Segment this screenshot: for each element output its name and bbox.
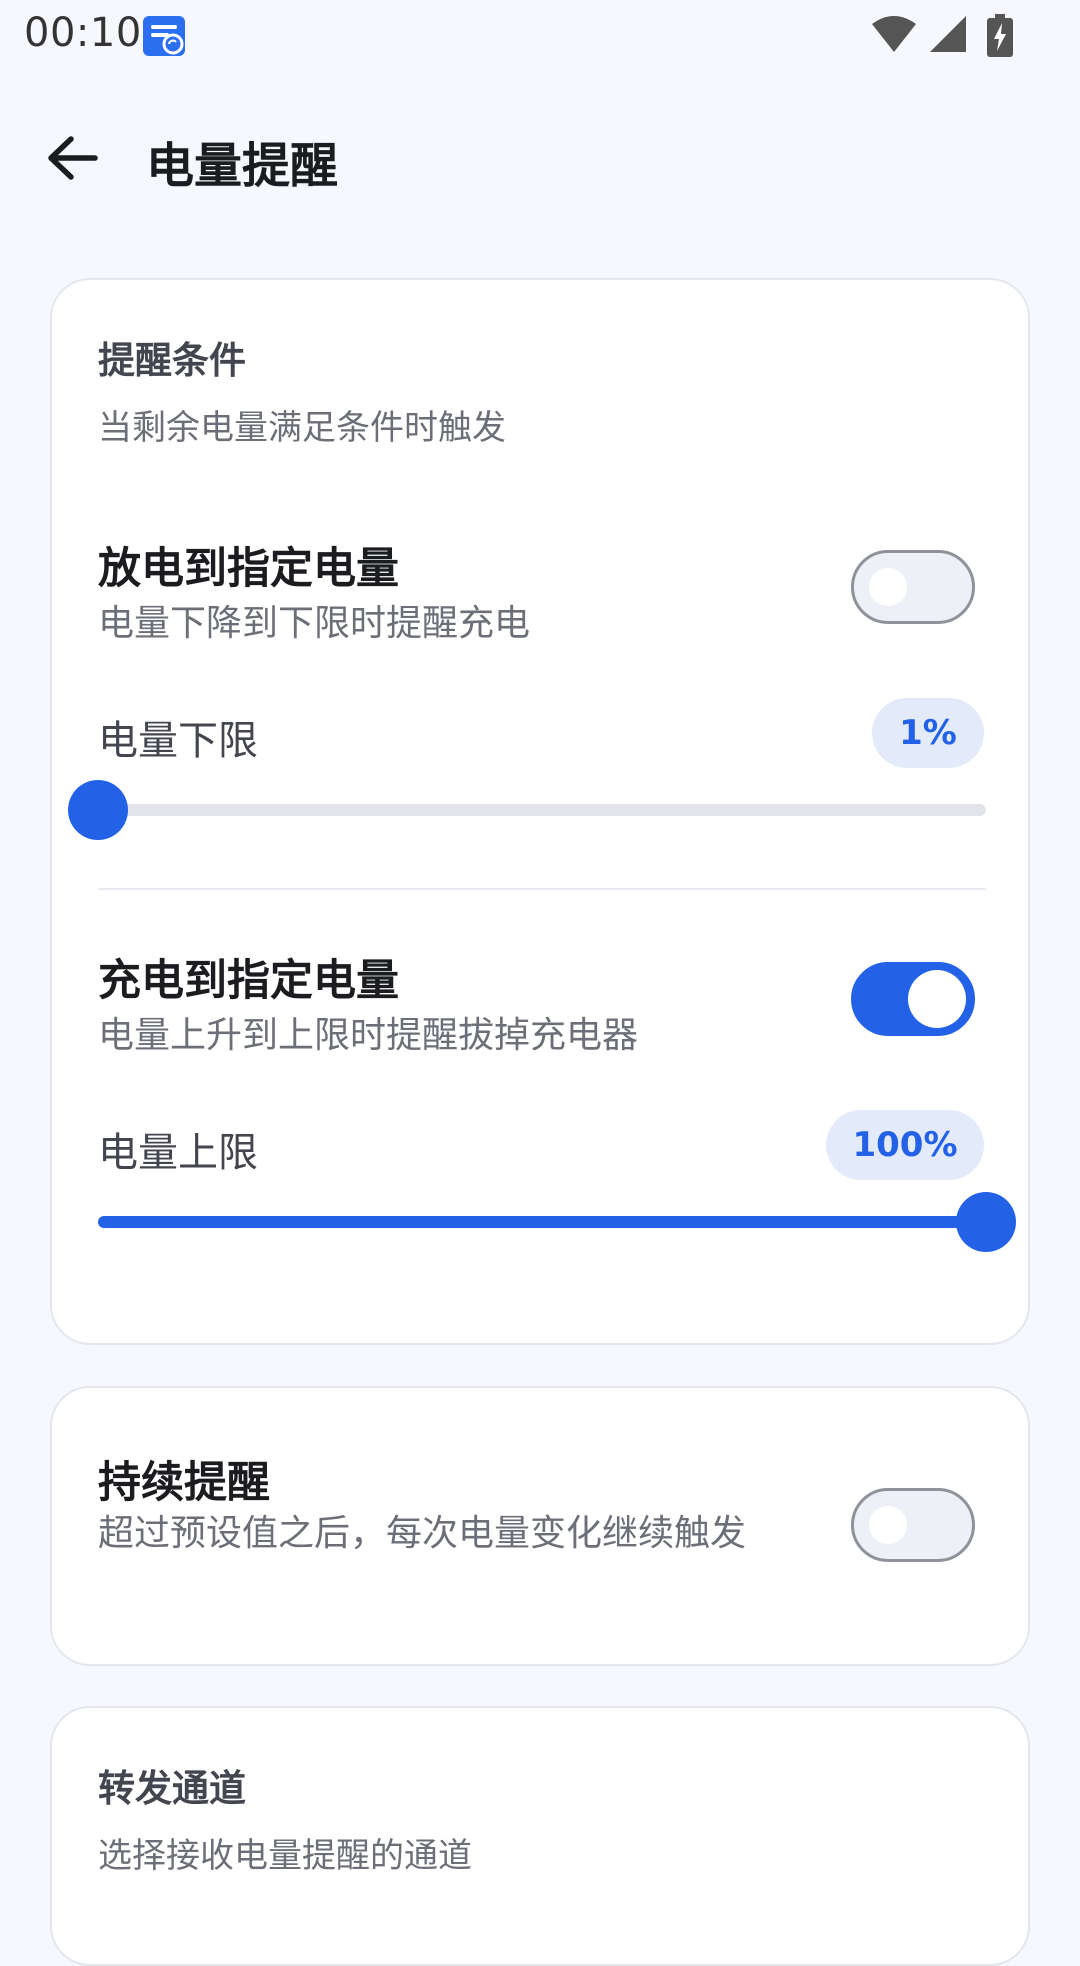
- lower-limit-value-badge: 1%: [872, 698, 984, 768]
- continuous-title: 持续提醒: [98, 1458, 270, 1508]
- continuous-reminder-card: 持续提醒 超过预设值之后，每次电量变化继续触发: [50, 1386, 1030, 1666]
- wifi-icon: [872, 16, 916, 52]
- continuous-toggle[interactable]: [851, 1488, 975, 1562]
- status-bar: 00:10: [0, 0, 1080, 72]
- lower-limit-slider[interactable]: [68, 780, 986, 840]
- cellular-signal-icon: [930, 16, 966, 52]
- battery-charging-icon: [987, 14, 1013, 57]
- section-subtitle-channels: 选择接收电量提醒的通道: [98, 1836, 472, 1876]
- forward-channel-card: 转发通道 选择接收电量提醒的通道: [50, 1706, 1030, 1966]
- discharge-toggle[interactable]: [851, 550, 975, 624]
- charge-description: 电量上升到上限时提醒拔掉充电器: [98, 1015, 639, 1056]
- conditions-card: 提醒条件 当剩余电量满足条件时触发 放电到指定电量 电量下降到下限时提醒充电 电…: [50, 278, 1030, 1345]
- discharge-description: 电量下降到下限时提醒充电: [98, 603, 531, 644]
- slider-track: [98, 804, 986, 816]
- discharge-title: 放电到指定电量: [98, 544, 399, 594]
- arrow-back-icon: [48, 136, 98, 180]
- upper-limit-value-badge: 100%: [826, 1110, 984, 1180]
- lower-limit-label: 电量下限: [98, 718, 258, 764]
- back-button[interactable]: [36, 122, 108, 194]
- slider-fill: [98, 1216, 986, 1228]
- toggle-knob: [869, 568, 907, 606]
- slider-thumb[interactable]: [956, 1192, 1016, 1252]
- charge-title: 充电到指定电量: [98, 956, 399, 1006]
- continuous-description: 超过预设值之后，每次电量变化继续触发: [98, 1513, 747, 1554]
- upper-limit-slider[interactable]: [98, 1192, 1016, 1252]
- app-bar: 电量提醒: [0, 100, 1080, 212]
- divider: [98, 888, 986, 890]
- section-subtitle-conditions: 当剩余电量满足条件时触发: [98, 408, 506, 448]
- message-sync-icon: [142, 14, 186, 58]
- upper-limit-label: 电量上限: [98, 1130, 258, 1176]
- section-title-conditions: 提醒条件: [98, 339, 246, 382]
- charge-toggle[interactable]: [851, 962, 975, 1036]
- section-title-channels: 转发通道: [98, 1767, 246, 1810]
- toggle-knob: [908, 970, 966, 1028]
- status-time: 00:10: [24, 10, 142, 56]
- slider-thumb[interactable]: [68, 780, 128, 840]
- page-title: 电量提醒: [146, 138, 339, 194]
- toggle-knob: [869, 1506, 907, 1544]
